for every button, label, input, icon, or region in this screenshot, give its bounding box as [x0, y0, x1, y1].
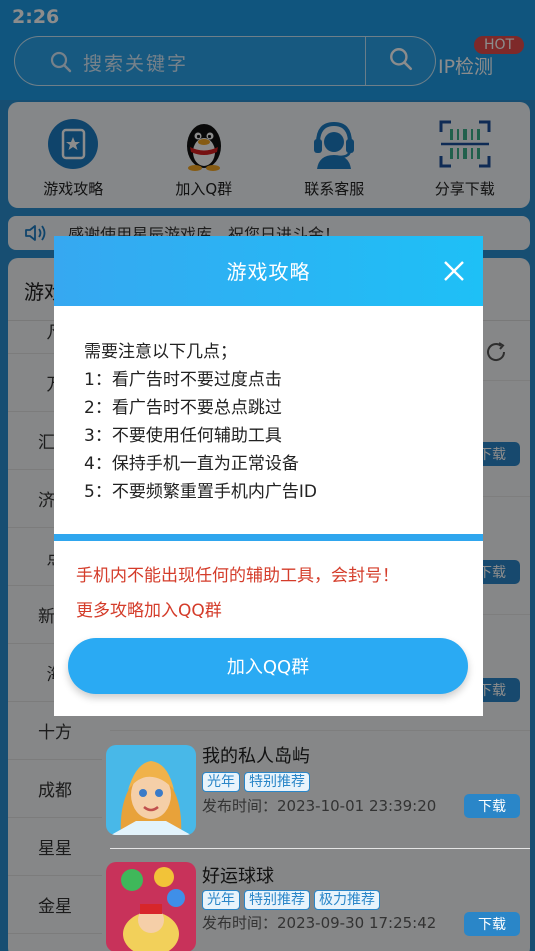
guide-dialog: 游戏攻略 需要注意以下几点； 1：看广告时不要过度点击 2：看广告时不要总点跳过… — [54, 236, 483, 716]
app-tag: 特别推荐 — [244, 890, 310, 910]
close-icon[interactable] — [443, 260, 465, 286]
app-publish-time: 发布时间：2023-09-30 17:25:42 — [202, 914, 437, 932]
join-qq-group-button[interactable]: 加入QQ群 — [68, 638, 468, 694]
app-publish-time: 发布时间：2023-10-01 23:39:20 — [202, 797, 437, 815]
app-tag: 极力推荐 — [314, 890, 380, 910]
app-thumbnail[interactable] — [106, 745, 196, 835]
app-tag: 光年 — [202, 772, 240, 792]
dialog-line: 5：不要频繁重置手机内广告ID — [84, 482, 317, 502]
dialog-body: 需要注意以下几点； 1：看广告时不要过度点击 2：看广告时不要总点跳过 3：不要… — [84, 338, 317, 506]
dialog-line: 需要注意以下几点； — [84, 342, 237, 362]
download-button[interactable]: 下载 — [464, 912, 520, 936]
warning-text: 手机内不能出现任何的辅助工具，会封号！ — [76, 566, 399, 586]
dialog-title: 游戏攻略 — [226, 260, 311, 284]
app-name[interactable]: 我的私人岛屿 — [202, 742, 310, 768]
download-button[interactable]: 下载 — [464, 794, 520, 818]
dialog-divider — [54, 534, 483, 541]
app-tags: 光年 特别推荐 极力推荐 — [202, 890, 380, 910]
dialog-header: 游戏攻略 — [54, 236, 483, 306]
dialog-line: 1：看广告时不要过度点击 — [84, 370, 282, 390]
dialog-line: 4：保持手机一直为正常设备 — [84, 454, 299, 474]
app-thumbnail[interactable] — [106, 862, 196, 951]
app-tags: 光年 特别推荐 — [202, 772, 310, 792]
dialog-line: 3：不要使用任何辅助工具 — [84, 426, 282, 446]
row-divider — [110, 848, 530, 849]
app-name[interactable]: 好运球球 — [202, 862, 274, 888]
more-guides-text: 更多攻略加入QQ群 — [76, 601, 222, 621]
app-tag: 特别推荐 — [244, 772, 310, 792]
app-tag: 光年 — [202, 890, 240, 910]
dialog-line: 2：看广告时不要总点跳过 — [84, 398, 282, 418]
